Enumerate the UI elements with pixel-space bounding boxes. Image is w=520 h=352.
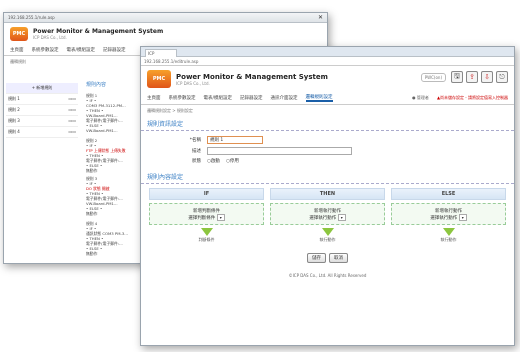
else-drop-zone[interactable]: 新增執行動作 選擇執行動作 ▾: [391, 203, 506, 225]
then-drop-zone[interactable]: 新增執行動作 選擇執行動作 ▾: [270, 203, 385, 225]
section-rule-content: 規則內容設定: [141, 170, 514, 184]
browser-tab[interactable]: ICP: [145, 48, 177, 57]
name-row: *名稱 規則 1: [179, 136, 514, 144]
form-buttons: 儲存 取消: [141, 253, 514, 263]
back-window-titlebar: 192.168.255.1/rule.asp ✕: [4, 13, 327, 23]
download-icon[interactable]: ⇩: [481, 71, 493, 83]
back-address[interactable]: 192.168.255.1/rule.asp: [8, 15, 55, 20]
zone-label: 新增判斷條件: [193, 208, 220, 214]
zone-label: 新增執行動作: [314, 208, 341, 214]
menu-item-active[interactable]: 邏輯規則設定: [305, 94, 333, 102]
down-arrow-icon: [200, 228, 213, 236]
condition-select[interactable]: ▾: [216, 213, 225, 221]
footer: ©ICP DAS Co., Ltd. All Rights Reserved: [288, 273, 367, 278]
upload-icon[interactable]: ⇪: [466, 71, 478, 83]
rule-list-item[interactable]: 規則 2 ▭▭: [6, 105, 78, 116]
menu-item[interactable]: 系統參數設定: [32, 47, 59, 53]
subtitle: ICP DAS Co., Ltd.: [33, 35, 67, 40]
address-bar[interactable]: 192.168.255.1/editrule.asp: [141, 57, 514, 66]
front-tabbar: ICP: [141, 47, 514, 57]
close-icon[interactable]: ✕: [318, 14, 323, 21]
logo-icon: PMC: [10, 27, 28, 41]
back-header: PMC Power Monitor & Management System IC…: [4, 23, 327, 45]
rule-block: 規則 2 • IF • FTP 上傳狀態 上傳失敗 • THEN • 電子郵件(…: [86, 138, 126, 173]
save-file-icon[interactable]: 🖫: [451, 71, 463, 83]
else-result: 執行動作: [440, 237, 457, 242]
subtitle: ICP DAS Co., Ltd.: [176, 80, 210, 86]
down-arrow-icon: [321, 228, 334, 236]
menu-item[interactable]: 記錄器設定: [240, 95, 263, 101]
else-header: ELSE: [391, 188, 506, 200]
if-column: IF 新增判斷條件 選擇判斷條件 ▾ 判斷條件: [149, 188, 264, 243]
if-result: 判斷條件: [198, 237, 215, 242]
password-button[interactable]: PWC(on): [420, 72, 446, 82]
else-column: ELSE 新增執行動作 選擇執行動作 ▾ 執行動作: [391, 188, 506, 243]
section-rule-info: 規則資訊設定: [141, 117, 514, 131]
save-button[interactable]: 儲存: [307, 253, 326, 263]
rule-description-input[interactable]: [207, 147, 352, 155]
action-select[interactable]: ▾: [337, 213, 346, 221]
rule-list-panel: + 新增規則 規則 1 ▭▭ 規則 2 ▭▭ 規則 3 ▭▭ 規則 4 ▭▭: [6, 83, 78, 138]
if-drop-zone[interactable]: 新增判斷條件 選擇判斷條件 ▾: [149, 203, 264, 225]
rule-block: 規則 4 • IF • 通訊狀態 COM3 PM-3... • THEN • 電…: [86, 221, 128, 256]
then-result: 執行動作: [319, 237, 336, 242]
add-rule-button[interactable]: + 新增規則: [6, 83, 78, 94]
menu-item[interactable]: 電表/模組設定: [204, 95, 233, 101]
rule-block: 規則 1 • IF • COM3 PM-3112-PM... • THEN • …: [86, 93, 126, 133]
status-enable-radio[interactable]: ○啟動: [207, 158, 220, 164]
rule-name-input[interactable]: 規則 1: [207, 136, 263, 144]
down-arrow-icon: [442, 228, 455, 236]
then-header: THEN: [270, 188, 385, 200]
desc-label: 描述: [192, 149, 201, 154]
rule-block: 規則 3 • IF • DO 狀態 開啟 • THEN • 電子郵件(電子郵件:…: [86, 176, 123, 216]
name-label: *名稱: [189, 138, 201, 143]
menu-item[interactable]: 主頁面: [10, 47, 24, 53]
logout-icon[interactable]: ⎋: [496, 71, 508, 83]
status-disable-radio[interactable]: ○停用: [226, 158, 239, 164]
status-label: 狀態: [192, 159, 201, 164]
desc-row: 描述: [179, 147, 514, 155]
if-header: IF: [149, 188, 264, 200]
menu-item[interactable]: 電表/模組設定: [67, 47, 96, 53]
then-column: THEN 新增執行動作 選擇執行動作 ▾ 執行動作: [270, 188, 385, 243]
front-browser-window: ICP 192.168.255.1/editrule.asp PMC Power…: [140, 46, 515, 346]
panel-title: 規則內容: [86, 82, 107, 88]
system-title: Power Monitor & Management System: [176, 72, 328, 81]
toolbar: PWC(on) 🖫 ⇪ ⇩ ⎋: [420, 71, 508, 83]
zone-label: 新增執行動作: [435, 208, 462, 214]
zone-select-label: 選擇判斷條件: [188, 215, 216, 221]
address-text[interactable]: 192.168.255.1/editrule.asp: [144, 59, 198, 64]
menu-item[interactable]: 系統參數設定: [169, 95, 196, 101]
rule-columns: IF 新增判斷條件 選擇判斷條件 ▾ 判斷條件 THEN 新增執行動作 選擇執行…: [141, 184, 514, 247]
menu-item[interactable]: 通訊介面設定: [271, 95, 298, 101]
unsaved-warning: ▲尚未儲存設定 - 請將設定值寫入控制器: [436, 95, 508, 100]
rule-list-item[interactable]: 規則 1 ▭▭: [6, 94, 78, 105]
front-header: PMC Power Monitor & Management System IC…: [141, 66, 514, 92]
rule-list-item[interactable]: 規則 3 ▭▭: [6, 116, 78, 127]
user-status: ● 管理者: [412, 95, 429, 100]
system-title: Power Monitor & Management System: [33, 28, 164, 35]
action-select[interactable]: ▾: [458, 213, 467, 221]
menu-item[interactable]: 主頁面: [147, 95, 161, 101]
rule-list-item[interactable]: 規則 4 ▭▭: [6, 127, 78, 138]
status-row: 狀態 ○啟動 ○停用: [179, 158, 514, 164]
main-menu: 主頁面 系統參數設定 電表/模組設定 記錄器設定 通訊介面設定 邏輯規則設定 ●…: [141, 92, 514, 105]
logo-icon: PMC: [147, 70, 171, 88]
zone-select-label: 選擇執行動作: [309, 215, 337, 221]
zone-select-label: 選擇執行動作: [430, 215, 458, 221]
breadcrumb: 邏輯規則設定 > 規則設定: [147, 108, 193, 113]
cancel-button[interactable]: 取消: [329, 253, 348, 263]
menu-item[interactable]: 記錄器設定: [103, 47, 126, 53]
